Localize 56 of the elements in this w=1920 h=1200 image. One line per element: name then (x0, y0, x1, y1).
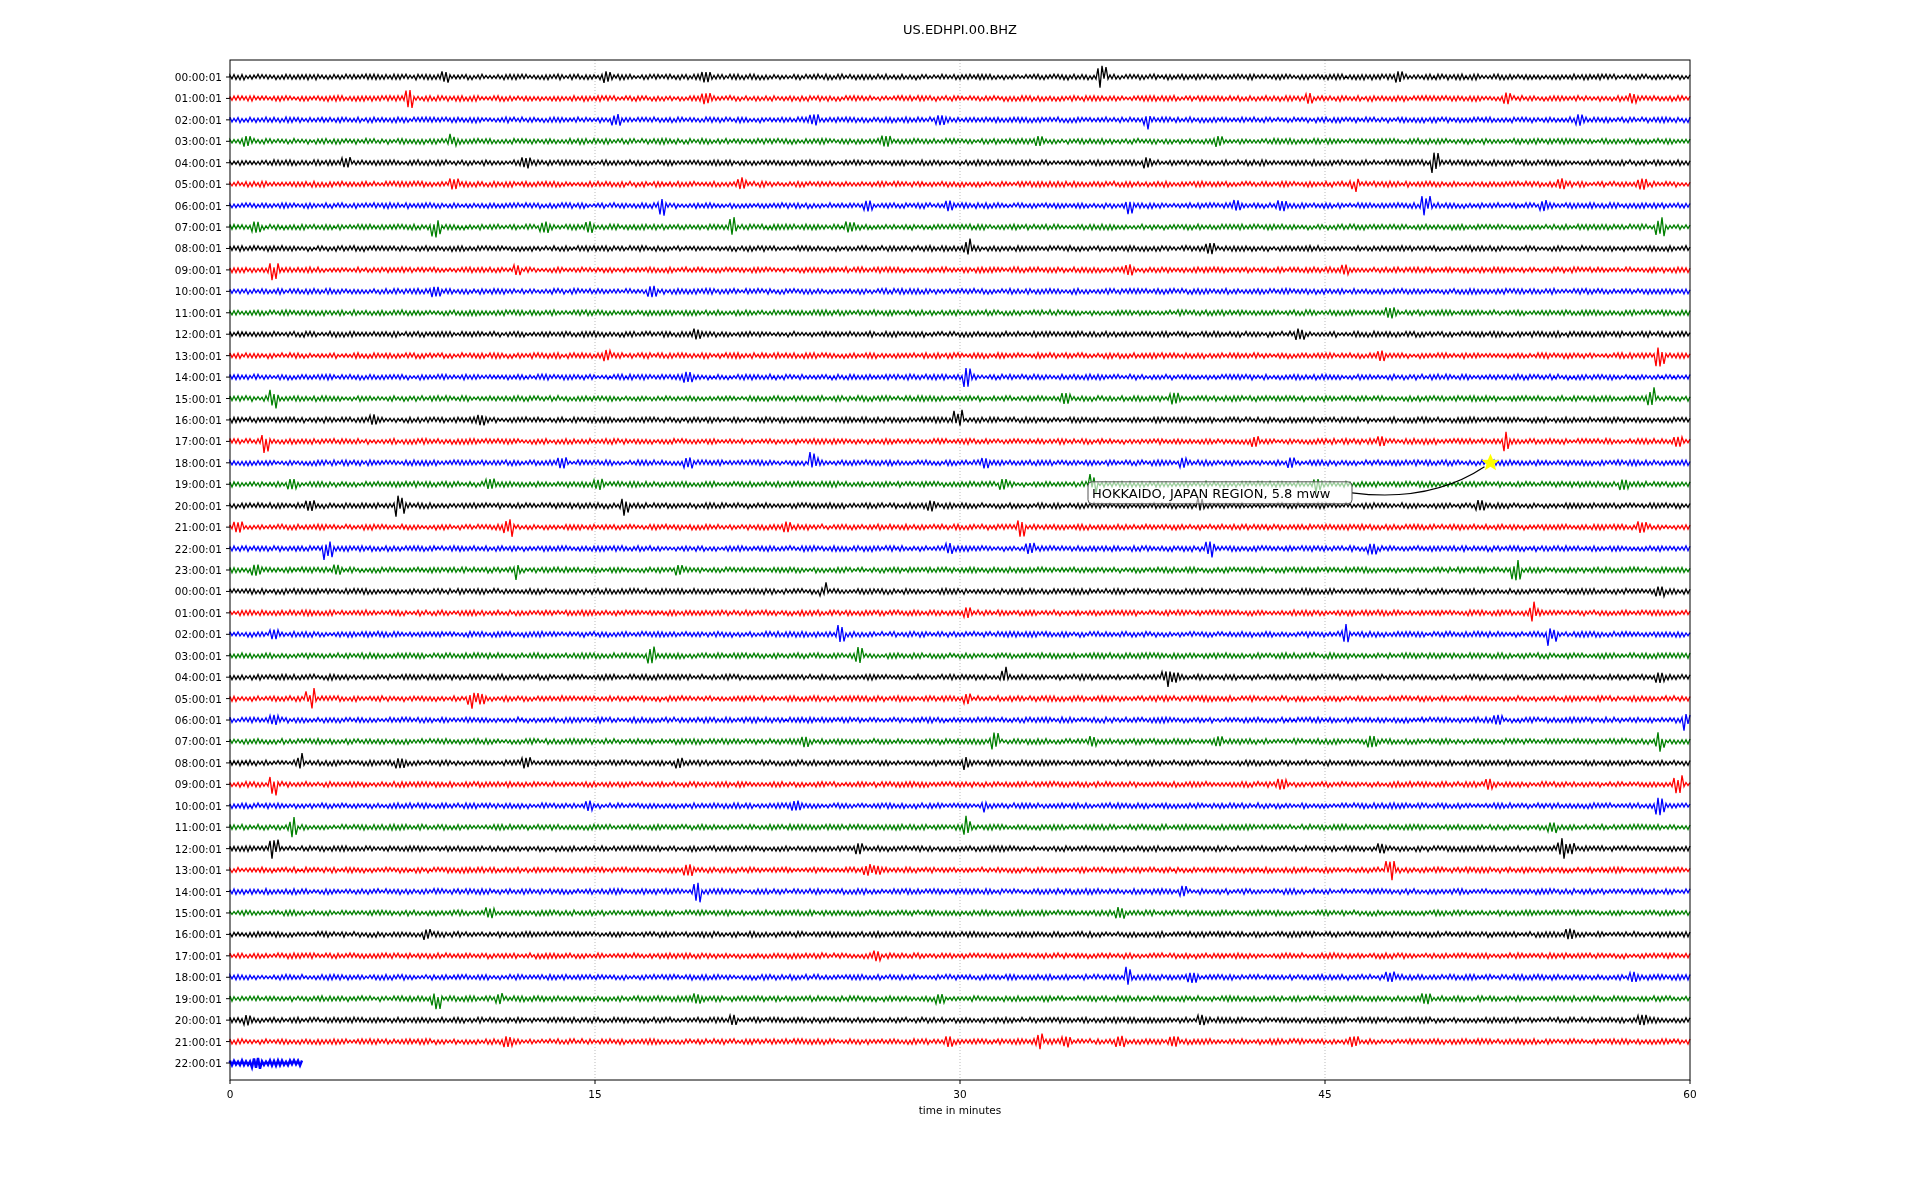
axis-label: 07:00:01 (174, 735, 222, 748)
plot-title: US.EDHPI.00.BHZ (903, 22, 1017, 37)
axis-label: 21:00:01 (174, 1035, 222, 1048)
axis-label: 20:00:01 (174, 499, 222, 512)
axis-label: 15:00:01 (174, 906, 222, 919)
axis-label: 03:00:01 (174, 135, 222, 148)
tick-label: 30 (953, 1088, 967, 1100)
axis-label: 17:00:01 (174, 435, 222, 448)
axis-label: 08:00:01 (174, 756, 222, 769)
axis-label: 10:00:01 (174, 285, 222, 298)
axis-label: 17:00:01 (174, 949, 222, 962)
axis-label: 14:00:01 (174, 885, 222, 898)
axis-label: 19:00:01 (174, 992, 222, 1005)
axis-label: 23:00:01 (174, 564, 222, 576)
axis-label: 19:00:01 (174, 478, 222, 491)
axis-label: 02:00:01 (174, 113, 222, 126)
annotation-label: HOKKAIDO, JAPAN REGION, 5.8 mww (1087, 481, 1353, 505)
axis-label: 01:00:01 (174, 606, 222, 619)
axis-label: 02:00:01 (174, 628, 222, 641)
axis-label: 05:00:01 (174, 692, 222, 705)
axis-label: 07:00:01 (174, 221, 222, 234)
axis-label: 06:00:01 (174, 199, 222, 212)
axis-label: 04:00:01 (174, 156, 222, 169)
axis-label: 10:00:01 (174, 799, 222, 812)
axis-label: 12:00:01 (174, 328, 222, 341)
axis-label: 04:00:01 (174, 671, 222, 684)
axis-label: 08:00:01 (174, 242, 222, 255)
tick-label: 60 (1683, 1088, 1697, 1100)
axis-label: 00:00:01 (174, 585, 222, 598)
tick-label: 15 (588, 1088, 602, 1100)
axis-label: 18:00:01 (174, 971, 222, 984)
axis-label: 11:00:01 (174, 821, 222, 834)
tick-label: 45 (1318, 1088, 1332, 1100)
tick-label: 0 (226, 1088, 234, 1100)
axis-label: 13:00:01 (174, 349, 222, 362)
axis-label: 22:00:01 (174, 1057, 222, 1069)
axis-label: 01:00:01 (174, 92, 222, 105)
axis-label: 05:00:01 (174, 178, 222, 191)
axis-label: 16:00:01 (174, 413, 222, 426)
axis-label: 15:00:01 (174, 392, 222, 405)
axis-label: 18:00:01 (174, 456, 222, 469)
axis-label: 13:00:01 (174, 864, 222, 877)
axis-label: 11:00:01 (174, 306, 222, 319)
axis-label: 03:00:01 (174, 649, 222, 662)
axis-title: time in minutes (918, 1104, 1002, 1116)
axis-label: 09:00:01 (174, 263, 222, 276)
axis-label: 21:00:01 (174, 521, 222, 534)
axis-label: 22:00:01 (174, 542, 222, 555)
axis-label: 12:00:01 (174, 842, 222, 855)
axis-label: 06:00:01 (174, 714, 222, 727)
axis-label: 14:00:01 (174, 371, 222, 384)
star-icon (1481, 453, 1500, 471)
axis-label: 16:00:01 (174, 928, 222, 941)
axis-label: 00:00:01 (174, 71, 222, 83)
axis-label: 09:00:01 (174, 778, 222, 791)
axis-label: 20:00:01 (174, 1014, 222, 1027)
